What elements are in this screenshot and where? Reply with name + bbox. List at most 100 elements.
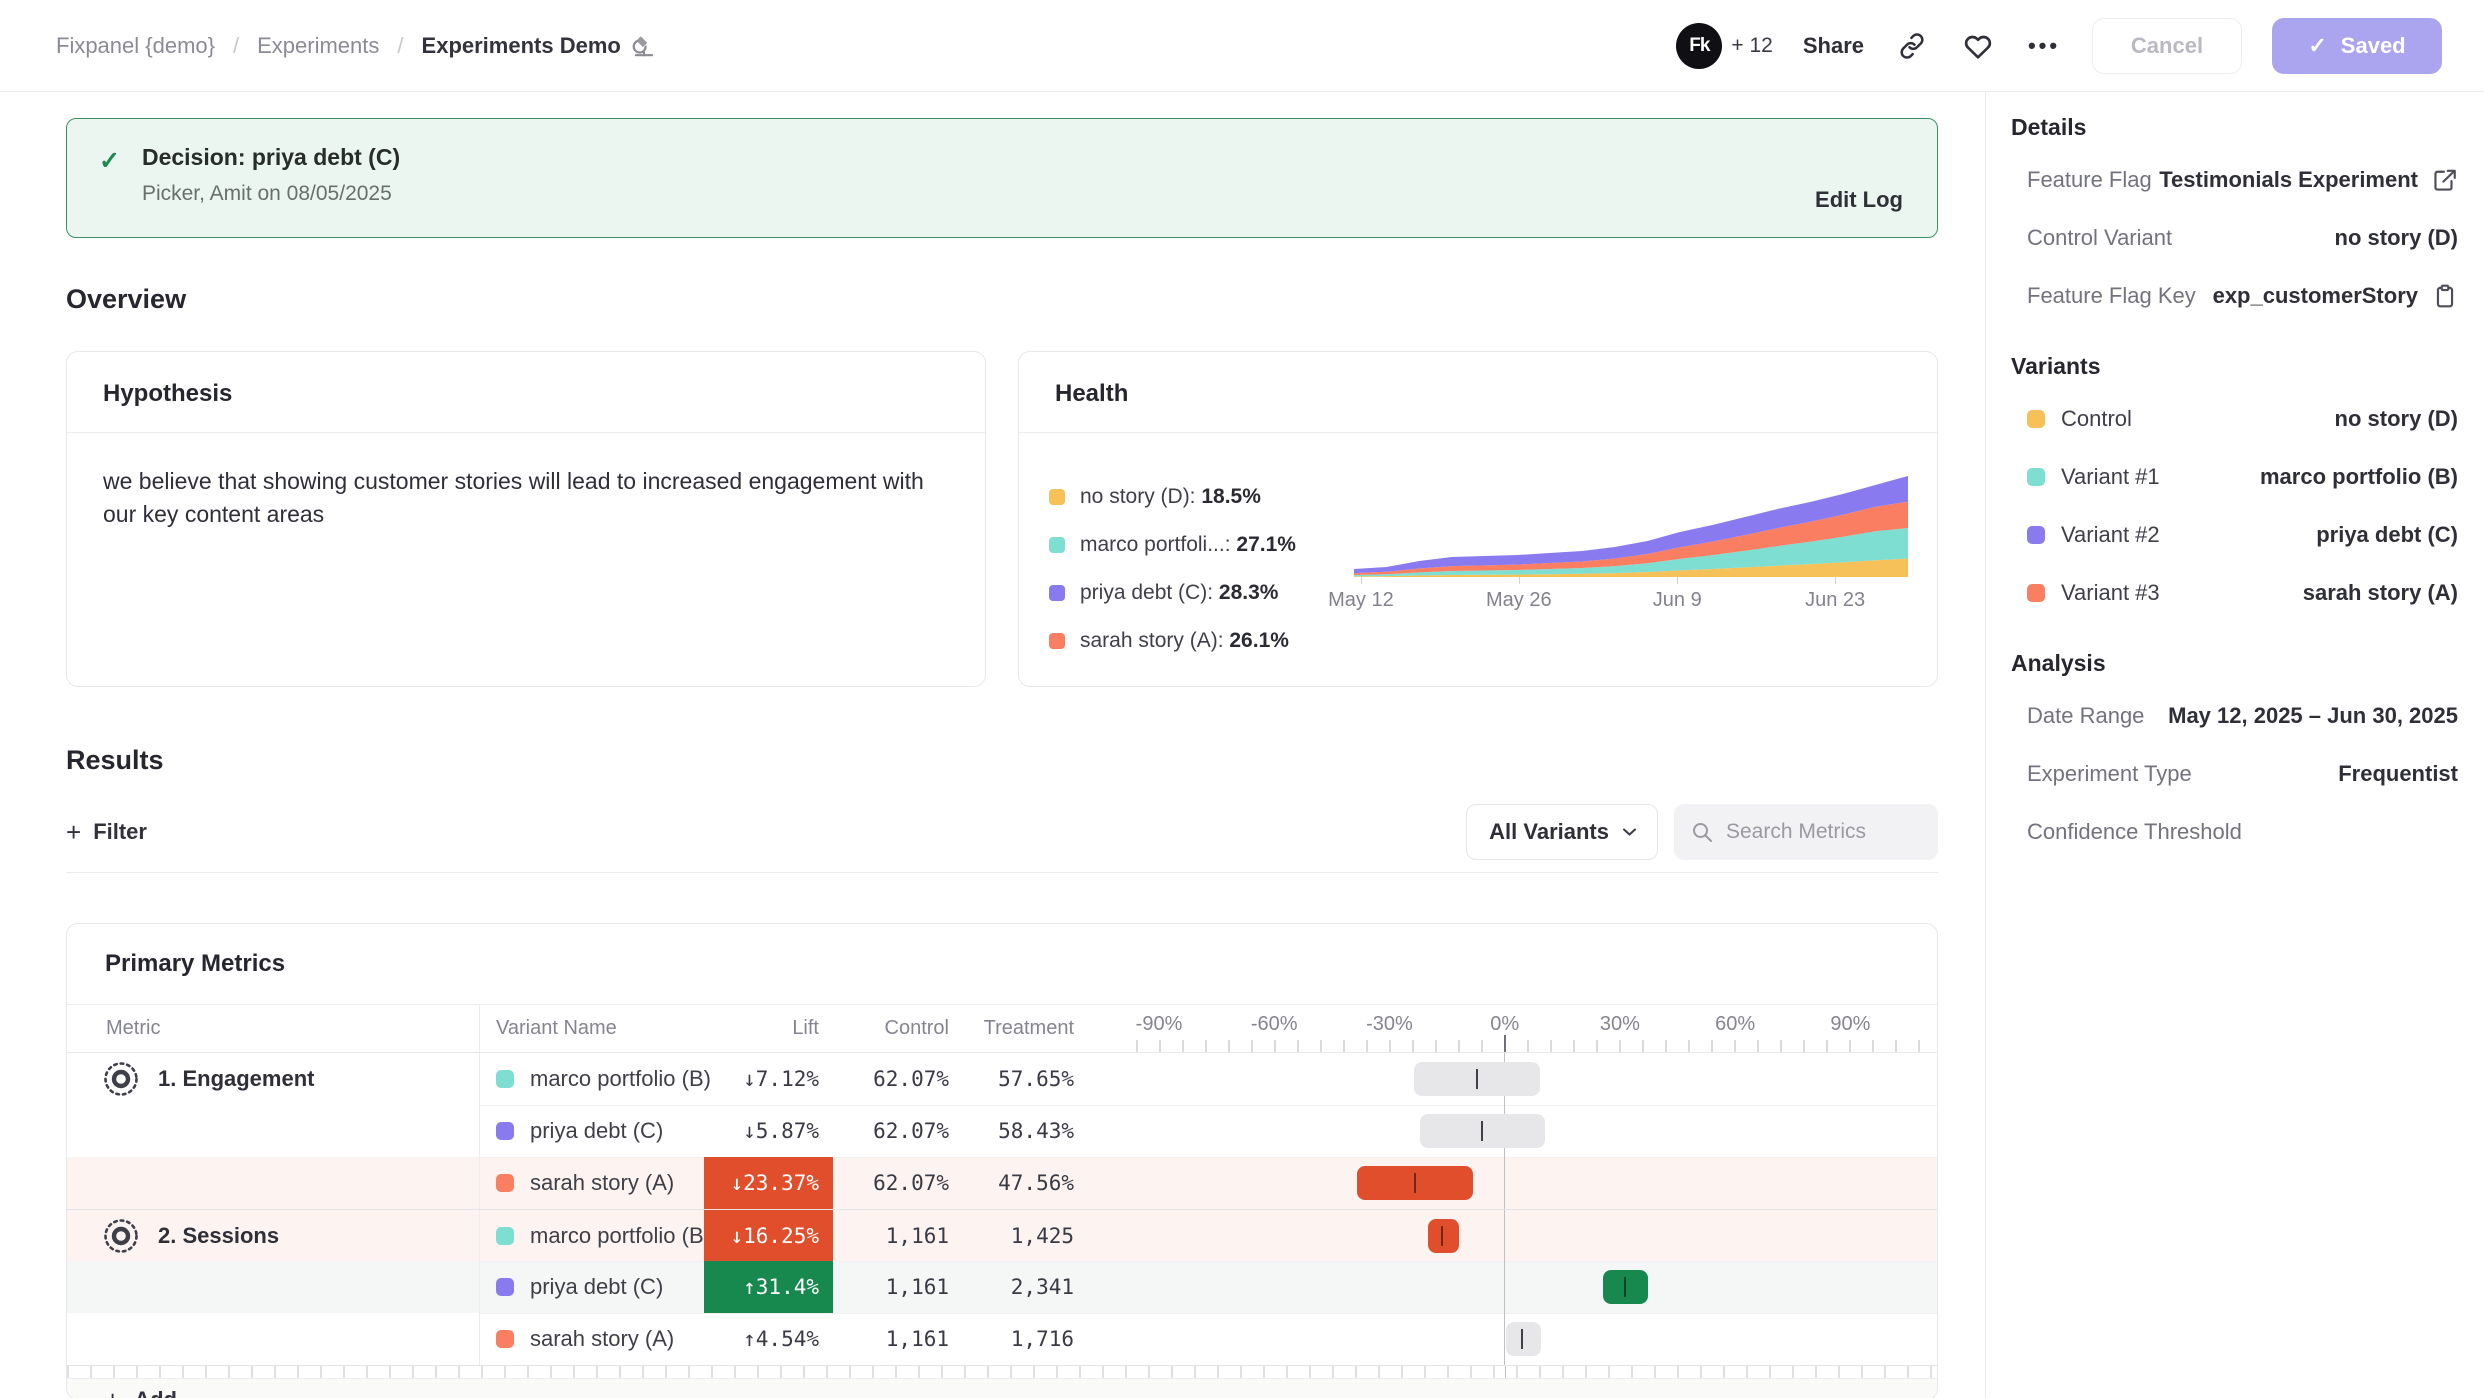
sidebar-row-value: no story (D): [2335, 406, 2458, 432]
saved-button[interactable]: ✓ Saved: [2272, 18, 2442, 74]
legend-swatch-icon: [1049, 537, 1065, 553]
control-value: 1,161: [833, 1261, 963, 1313]
variants-rows: Controlno story (D)Variant #1marco portf…: [2011, 390, 2458, 622]
avatar[interactable]: Fk: [1676, 23, 1722, 69]
sidebar-row: Control Variantno story (D): [2011, 209, 2458, 267]
health-stacked-area-chart: May 12May 26Jun 9Jun 23: [1354, 469, 1907, 629]
control-value: 1,161: [833, 1313, 963, 1365]
confidence-interval-cell: [1136, 1313, 1931, 1365]
add-filter-button[interactable]: + Filter: [66, 819, 147, 845]
lift-marker: [1521, 1329, 1523, 1349]
zero-line: [1504, 1157, 1505, 1209]
zero-axis-tick: [1504, 1035, 1506, 1052]
analysis-rows: Date RangeMay 12, 2025 – Jun 30, 2025Exp…: [2011, 687, 2458, 861]
variants-dropdown[interactable]: All Variants: [1466, 804, 1658, 860]
x-tick-label: May 26: [1486, 589, 1552, 612]
variant-name: priya debt (C): [530, 1118, 663, 1144]
avatar-group[interactable]: Fk + 12: [1676, 23, 1772, 69]
variant-color-icon: [2027, 584, 2045, 602]
copy-link-icon[interactable]: [1894, 28, 1930, 64]
results-heading: Results: [66, 745, 1938, 776]
metric-table-row[interactable]: sarah story (A)↓23.37%62.07%47.56%: [67, 1157, 1937, 1209]
lift-axis-label: 0%: [1490, 1013, 1519, 1036]
sidebar-row-value: Testimonials Experiment: [2159, 167, 2418, 193]
legend-item[interactable]: marco portfoli...: 27.1%: [1049, 521, 1354, 569]
treatment-value: 57.65%: [963, 1053, 1088, 1105]
hypothesis-title: Hypothesis: [67, 352, 985, 433]
metric-table-row[interactable]: 1. Engagementmarco portfolio (B)↓7.12%62…: [67, 1053, 1937, 1105]
variant-color-icon: [496, 1122, 514, 1140]
bottom-axis-ruler: [67, 1365, 1937, 1378]
breadcrumb-app[interactable]: Fixpanel {demo}: [56, 33, 215, 59]
variant-color-icon: [2027, 410, 2045, 428]
sidebar-row-label: Confidence Threshold: [2027, 819, 2242, 845]
health-chart-x-axis: May 12May 26Jun 9Jun 23: [1354, 577, 1908, 619]
lift-axis-label: 30%: [1600, 1013, 1640, 1036]
sidebar-row-label: Variant #2: [2061, 522, 2160, 548]
confidence-interval-cell: [1136, 1261, 1931, 1313]
metric-table-row[interactable]: priya debt (C)↓5.87%62.07%58.43%: [67, 1105, 1937, 1157]
external-link-icon[interactable]: [2432, 167, 2458, 193]
sidebar-row-label: Variant #3: [2061, 580, 2160, 606]
edit-log-button[interactable]: Edit Log: [1815, 187, 1903, 213]
page-title: Experiments Demo: [422, 33, 621, 59]
breadcrumb-separator: /: [397, 33, 403, 59]
lift-value: ↑4.54%: [704, 1313, 833, 1365]
x-tick: [1677, 577, 1678, 584]
variants-heading: Variants: [2011, 353, 2458, 380]
cancel-button[interactable]: Cancel: [2092, 18, 2242, 74]
search-icon: [1690, 820, 1714, 844]
legend-swatch-icon: [1049, 489, 1065, 505]
x-tick: [1835, 577, 1836, 584]
primary-metrics-card: Primary Metrics Metric Variant Name Lift…: [66, 923, 1938, 1398]
chevron-down-icon: [1622, 827, 1637, 837]
legend-swatch-icon: [1049, 633, 1065, 649]
legend-item[interactable]: priya debt (C): 28.3%: [1049, 569, 1354, 617]
variant-color-icon: [496, 1227, 514, 1245]
variant-name: sarah story (A): [530, 1170, 674, 1196]
metric-table-row[interactable]: priya debt (C)↑31.4%1,1612,341: [67, 1261, 1937, 1313]
confidence-interval-cell: [1136, 1157, 1931, 1209]
confidence-interval-cell: [1136, 1210, 1931, 1261]
favorite-heart-icon[interactable]: [1960, 28, 1996, 64]
top-bar: Fixpanel {demo} / Experiments / Experime…: [0, 0, 2484, 92]
treatment-value: 1,716: [963, 1313, 1088, 1365]
search-metrics-box[interactable]: [1674, 804, 1938, 860]
sidebar-row-value: sarah story (A): [2303, 580, 2458, 606]
lift-badge: ↑31.4%: [704, 1261, 833, 1313]
column-header-lift: Lift: [704, 1005, 833, 1052]
decision-title: Decision: priya debt (C): [142, 144, 400, 171]
add-metric-button[interactable]: + Add: [67, 1378, 1937, 1398]
variant-name: priya debt (C): [530, 1274, 663, 1300]
sidebar-row: Control no story (D): [2011, 390, 2458, 448]
lift-value: ↓5.87%: [704, 1105, 833, 1157]
breadcrumb-section[interactable]: Experiments: [257, 33, 379, 59]
legend-item[interactable]: sarah story (A): 26.1%: [1049, 617, 1354, 665]
confidence-interval-bar: [1506, 1322, 1541, 1356]
variant-name: marco portfolio (B): [530, 1223, 711, 1249]
hypothesis-card: Hypothesis we believe that showing custo…: [66, 351, 986, 687]
details-heading: Details: [2011, 114, 2458, 141]
clipboard-icon[interactable]: [2432, 283, 2458, 309]
metrics-table-header: Metric Variant Name Lift Control Treatme…: [67, 1005, 1937, 1053]
hypothesis-body: we believe that showing customer stories…: [67, 433, 985, 564]
lift-axis-label: 90%: [1830, 1013, 1870, 1036]
metric-group-label: 1. Engagement: [158, 1066, 314, 1092]
lift-axis-label: -60%: [1251, 1013, 1298, 1036]
search-metrics-input[interactable]: [1726, 820, 1926, 844]
metric-table-row[interactable]: 2. Sessionsmarco portfolio (B)↓16.25%1,1…: [67, 1209, 1937, 1261]
metric-table-row[interactable]: sarah story (A)↑4.54%1,1611,716: [67, 1313, 1937, 1365]
lift-marker: [1624, 1277, 1626, 1297]
results-divider: [66, 872, 1938, 873]
legend-label: no story (D): 18.5%: [1080, 485, 1261, 509]
avatar-more-count[interactable]: + 12: [1731, 34, 1772, 58]
column-header-treatment: Treatment: [963, 1005, 1088, 1052]
sidebar-row-label: Control: [2061, 406, 2132, 432]
more-options-icon[interactable]: •••: [2026, 28, 2062, 64]
treatment-value: 47.56%: [963, 1157, 1088, 1209]
control-value: 62.07%: [833, 1157, 963, 1209]
share-button[interactable]: Share: [1803, 33, 1864, 59]
legend-item[interactable]: no story (D): 18.5%: [1049, 473, 1354, 521]
sidebar-row-value: priya debt (C): [2316, 522, 2458, 548]
sidebar-row-label: Date Range: [2027, 703, 2144, 729]
